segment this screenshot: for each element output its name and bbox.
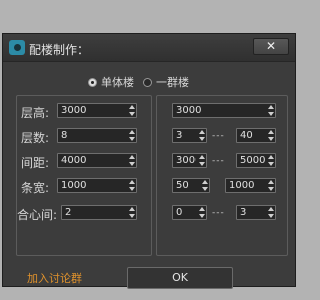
merge-min-value: 0 (176, 207, 183, 218)
spinner-arrows-icon[interactable] (128, 105, 135, 116)
spinner-arrows-icon[interactable] (128, 155, 135, 166)
range-separator: --- (212, 131, 225, 141)
radio-single-building[interactable]: 单体楼 (88, 74, 134, 90)
spinner-arrows-icon[interactable] (128, 207, 135, 218)
spacing-max-value: 5000 (240, 155, 265, 166)
strip-width-a-value: 50 (176, 180, 189, 191)
ok-button[interactable]: OK (127, 267, 233, 289)
join-discussion-link[interactable]: 加入讨论群 (27, 270, 82, 286)
floor-count-max-spinner[interactable]: 40 (236, 128, 276, 143)
spacing-max-spinner[interactable]: 5000 (236, 153, 276, 168)
strip-width-b-value: 1000 (229, 180, 255, 191)
spinner-arrows-icon[interactable] (267, 155, 274, 166)
merge-label: 合心间: (17, 208, 58, 222)
group-floor-height-value: 3000 (176, 105, 202, 116)
range-separator: --- (212, 156, 225, 166)
strip-width-spinner[interactable]: 1000 (57, 178, 137, 193)
merge-min-spinner[interactable]: 0 (172, 205, 207, 220)
strip-width-b-spinner[interactable]: 1000 (225, 178, 276, 193)
radio-dot (143, 77, 152, 87)
merge-value: 2 (65, 207, 72, 218)
spacing-min-spinner[interactable]: 3000 (172, 153, 207, 168)
merge-max-value: 3 (240, 207, 247, 218)
strip-width-value: 1000 (61, 180, 87, 191)
floor-count-value: 8 (61, 130, 68, 141)
spinner-arrows-icon[interactable] (128, 180, 135, 191)
title-bar[interactable]: 配楼制作： ✕ (3, 34, 295, 62)
range-separator: --- (212, 208, 225, 218)
radio-single-label: 单体楼 (101, 76, 134, 89)
floor-count-max-value: 40 (240, 130, 253, 141)
spinner-arrows-icon[interactable] (201, 180, 208, 191)
merge-max-spinner[interactable]: 3 (236, 205, 276, 220)
spinner-arrows-icon[interactable] (198, 130, 205, 141)
floor-count-min-spinner[interactable]: 3 (172, 128, 207, 143)
spacing-label: 间距: (21, 156, 50, 170)
single-building-panel: 层高: 3000 层数: 8 间距: 4000 条宽: 1000 合心间: 2 (16, 95, 152, 256)
radio-group-label: 一群楼 (156, 76, 189, 89)
spinner-arrows-icon[interactable] (267, 180, 274, 191)
floor-count-label: 层数: (21, 131, 50, 145)
spinner-arrows-icon[interactable] (267, 130, 274, 141)
spinner-arrows-icon[interactable] (198, 207, 205, 218)
floor-height-spinner[interactable]: 3000 (57, 103, 137, 118)
radio-group-building[interactable]: 一群楼 (143, 74, 189, 90)
floor-height-value: 3000 (61, 105, 87, 116)
dialog-window: 配楼制作： ✕ 单体楼 一群楼 层高: 3000 层数: 8 间距: 4000 … (2, 33, 296, 289)
spinner-arrows-icon[interactable] (198, 155, 205, 166)
group-floor-height-spinner[interactable]: 3000 (172, 103, 276, 118)
strip-width-a-spinner[interactable]: 50 (172, 178, 210, 193)
radio-dot-selected (88, 77, 97, 87)
spacing-value: 4000 (61, 155, 87, 166)
spinner-arrows-icon[interactable] (267, 105, 274, 116)
floor-count-min-value: 3 (176, 130, 183, 141)
group-building-panel: 3000 3 --- 40 3000 --- 5000 50 1000 (156, 95, 288, 256)
spacing-spinner[interactable]: 4000 (57, 153, 137, 168)
app-icon (9, 40, 25, 55)
spacing-min-value: 3000 (176, 155, 196, 166)
strip-width-label: 条宽: (21, 181, 50, 195)
spinner-arrows-icon[interactable] (128, 130, 135, 141)
floor-count-spinner[interactable]: 8 (57, 128, 137, 143)
merge-spinner[interactable]: 2 (61, 205, 137, 220)
floor-height-label: 层高: (21, 106, 50, 120)
close-button[interactable]: ✕ (253, 38, 289, 55)
spinner-arrows-icon[interactable] (267, 207, 274, 218)
window-title: 配楼制作： (29, 43, 90, 57)
